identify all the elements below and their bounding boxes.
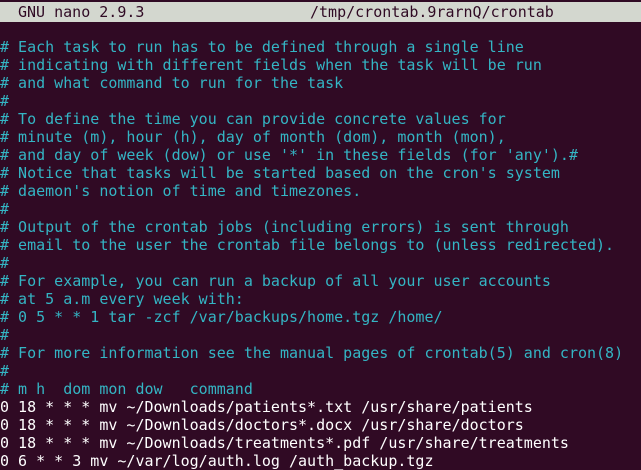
comment-line: # xyxy=(0,326,10,344)
comment-line: # xyxy=(0,92,10,110)
comment-line: # xyxy=(0,362,10,380)
comment-line: # xyxy=(0,200,10,218)
terminal-window[interactable]: GNU nano 2.9.3 /tmp/crontab.9rarnQ/cront… xyxy=(0,0,641,470)
comment-line: # To define the time you can provide con… xyxy=(0,110,506,128)
comment-line: # Output of the crontab jobs (including … xyxy=(0,218,569,236)
cron-job-line: 0 18 * * * mv ~/Downloads/patients*.txt … xyxy=(0,398,533,416)
cron-job-line: 0 18 * * * mv ~/Downloads/doctors*.docx … xyxy=(0,416,524,434)
comment-line: # indicating with different fields when … xyxy=(0,56,542,74)
nano-title-bar: GNU nano 2.9.3 /tmp/crontab.9rarnQ/cront… xyxy=(0,2,641,22)
editor-text-area[interactable]: # Each task to run has to be defined thr… xyxy=(0,38,641,470)
cron-job-line: 0 18 * * * mv ~/Downloads/treatments*.pd… xyxy=(0,434,569,452)
comment-line: # 0 5 * * 1 tar -zcf /var/backups/home.t… xyxy=(0,308,443,326)
comment-line: # daemon's notion of time and timezones. xyxy=(0,182,362,200)
comment-line: # m h dom mon dow command xyxy=(0,380,253,398)
comment-line: # at 5 a.m every week with: xyxy=(0,290,244,308)
comment-line: # minute (m), hour (h), day of month (do… xyxy=(0,128,506,146)
cron-job-line: 0 6 * * 3 mv ~/var/log/auth.log /auth_ba… xyxy=(0,452,434,470)
comment-line: # and what command to run for the task xyxy=(0,74,344,92)
comment-line: # xyxy=(0,254,10,272)
file-path-label: /tmp/crontab.9rarnQ/crontab xyxy=(310,3,554,21)
comment-line: # Each task to run has to be defined thr… xyxy=(0,38,524,56)
comment-line: # email to the user the crontab file bel… xyxy=(0,236,615,254)
comment-line: # For example, you can run a backup of a… xyxy=(0,272,551,290)
nano-version-label: GNU nano 2.9.3 xyxy=(18,3,145,21)
comment-line: # For more information see the manual pa… xyxy=(0,344,624,362)
comment-line: # and day of week (dow) or use '*' in th… xyxy=(0,146,578,164)
comment-line: # Notice that tasks will be started base… xyxy=(0,164,560,182)
